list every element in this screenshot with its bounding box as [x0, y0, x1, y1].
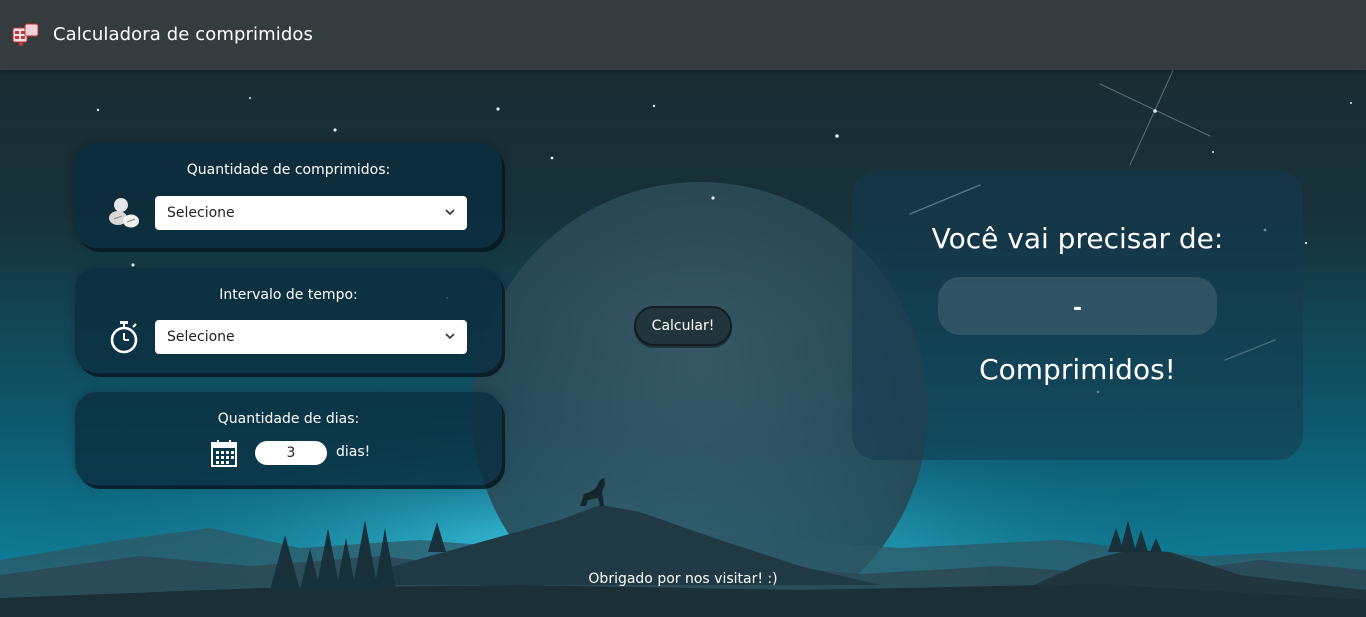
- app-title: Calculadora de comprimidos: [53, 24, 313, 45]
- days-card: Quantidade de dias: 3 dias!: [75, 392, 502, 485]
- pill-box-logo-icon: [12, 23, 39, 46]
- chevron-down-icon: [445, 333, 455, 340]
- pills-icon: [109, 198, 139, 228]
- days-unit-label: dias!: [336, 444, 371, 460]
- interval-card: Intervalo de tempo: Selecione: [75, 268, 502, 373]
- top-navbar: Calculadora de comprimidos: [0, 0, 1366, 70]
- calendar-icon: [211, 440, 237, 467]
- stopwatch-icon: [110, 321, 138, 354]
- pills-select-value: Selecione: [167, 205, 235, 221]
- chevron-down-icon: [445, 209, 455, 216]
- calculate-button[interactable]: Calcular!: [634, 306, 732, 346]
- footer-message: Obrigado por nos visitar! :): [588, 571, 778, 587]
- pills-select[interactable]: Selecione: [155, 196, 467, 230]
- days-input[interactable]: 3: [255, 441, 327, 465]
- result-value: -: [938, 277, 1217, 335]
- result-unit: Comprimidos!: [979, 353, 1176, 386]
- result-heading: Você vai precisar de:: [931, 222, 1224, 255]
- pills-label: Quantidade de comprimidos:: [186, 162, 391, 178]
- interval-select[interactable]: Selecione: [155, 320, 467, 354]
- result-card: Você vai precisar de: - Comprimidos!: [852, 170, 1303, 460]
- interval-label: Intervalo de tempo:: [219, 287, 358, 303]
- pills-card: Quantidade de comprimidos: Selecione: [75, 143, 502, 248]
- days-label: Quantidade de dias:: [217, 411, 360, 427]
- interval-select-value: Selecione: [167, 329, 235, 345]
